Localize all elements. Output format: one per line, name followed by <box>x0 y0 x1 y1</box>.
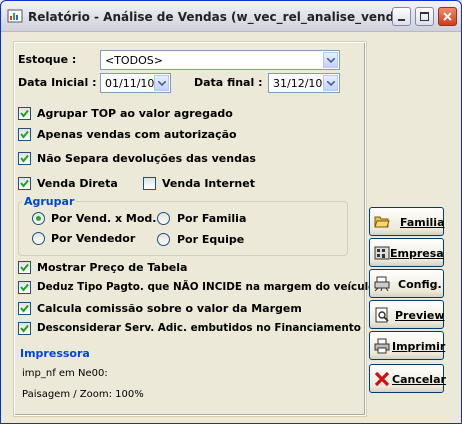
impressora-title: Impressora <box>20 347 90 360</box>
venda-direta-label: Venda Direta <box>37 177 118 190</box>
cancelar-button-label: Cancelar <box>392 373 446 386</box>
familia-button-label: Familia <box>400 216 445 229</box>
data-inicial-value: 01/11/10 <box>105 77 155 90</box>
venda-internet-label: Venda Internet <box>162 177 255 190</box>
checkmark-icon <box>20 304 29 313</box>
config-button-label: Config. <box>398 278 442 291</box>
app-icon <box>7 9 23 23</box>
radio-por-vendedor[interactable] <box>32 232 45 245</box>
checkmark-icon <box>20 324 29 333</box>
minimize-icon <box>398 19 405 21</box>
checkmark-icon <box>20 179 29 188</box>
radio-por-equipe-label: Por Equipe <box>177 233 245 246</box>
data-inicial-dropdown-button[interactable] <box>154 75 169 91</box>
desconsiderar-serv-label: Desconsiderar Serv. Adic. embutidos no F… <box>37 322 361 334</box>
close-icon <box>443 12 452 21</box>
deduz-tipo-pagto-label: Deduz Tipo Pagto. que NÃO INCIDE na marg… <box>37 281 376 293</box>
radio-por-familia-label: Por Familia <box>177 212 247 225</box>
data-final-dropdown-button[interactable] <box>323 75 338 91</box>
empresa-button-label: Empresa <box>390 247 444 260</box>
mostrar-preco-tabela-label: Mostrar Preço de Tabela <box>37 261 188 274</box>
maximize-icon <box>420 12 429 21</box>
venda-direta-checkbox[interactable] <box>18 177 31 190</box>
agrupar-group-title: Agrupar <box>22 195 77 208</box>
printer-name: imp_nf em Ne00: <box>22 368 108 379</box>
title-bar[interactable]: Relatório - Análise de Vendas (w_vec_rel… <box>1 1 461 32</box>
data-final-value: 31/12/10 <box>273 77 323 90</box>
checkmark-icon <box>20 263 29 272</box>
estoque-dropdown-button[interactable] <box>323 52 338 68</box>
checkmark-icon <box>20 109 29 118</box>
preview-button-label: Preview <box>395 309 445 322</box>
cancelar-button[interactable]: Cancelar <box>369 364 446 393</box>
venda-internet-checkbox[interactable] <box>143 177 156 190</box>
data-inicial-picker[interactable]: 01/11/10 <box>100 73 171 93</box>
printer-settings-icon <box>374 276 390 292</box>
imprimir-button-label: Imprimir <box>392 340 446 353</box>
data-inicial-label: Data Inicial : <box>18 76 97 89</box>
estoque-select[interactable]: <TODOS> <box>100 50 340 70</box>
data-final-label: Data final : <box>194 76 263 89</box>
checkmark-icon <box>20 130 29 139</box>
print-preview-icon <box>375 307 389 323</box>
building-icon <box>374 246 390 260</box>
agrupar-top-checkbox[interactable] <box>18 107 31 120</box>
estoque-value: <TODOS> <box>105 54 163 67</box>
estoque-label: Estoque : <box>18 53 77 66</box>
cancel-x-icon <box>374 371 390 387</box>
window-title: Relatório - Análise de Vendas (w_vec_rel… <box>28 10 408 24</box>
minimize-button[interactable] <box>392 7 411 26</box>
calcula-comissao-checkbox[interactable] <box>18 302 31 315</box>
radio-por-vend-mod-label: Por Vend. x Mod. <box>51 212 157 225</box>
report-window: Relatório - Análise de Vendas (w_vec_rel… <box>0 0 462 424</box>
agrupar-top-label: Agrupar TOP ao valor agregado <box>37 107 233 120</box>
nao-separa-devolucoes-checkbox[interactable] <box>18 152 31 165</box>
radio-por-vendedor-label: Por Vendedor <box>51 232 136 245</box>
nao-separa-devolucoes-label: Não Separa devoluções das vendas <box>37 152 256 165</box>
calcula-comissao-label: Calcula comissão sobre o valor da Margem <box>37 302 302 315</box>
data-final-picker[interactable]: 31/12/10 <box>268 73 340 93</box>
printer-icon <box>374 338 390 354</box>
folder-open-icon <box>374 216 390 228</box>
checkmark-icon <box>20 283 29 292</box>
close-button[interactable] <box>438 7 457 26</box>
agrupar-group <box>18 201 348 256</box>
deduz-tipo-pagto-checkbox[interactable] <box>18 281 31 294</box>
chevron-down-icon <box>327 81 335 86</box>
chevron-down-icon <box>327 58 335 63</box>
window-client-area: Estoque : <TODOS> Data Inicial : 01/11/1… <box>4 32 459 420</box>
radio-por-vend-mod[interactable] <box>32 212 45 225</box>
checkmark-icon <box>20 154 29 163</box>
radio-por-familia[interactable] <box>157 212 170 225</box>
familia-button[interactable]: Familia <box>369 207 445 236</box>
radio-por-equipe[interactable] <box>157 233 170 246</box>
printer-layout: Paisagem / Zoom: 100% <box>22 389 144 400</box>
radio-selected-dot <box>36 216 41 221</box>
chevron-down-icon <box>158 81 166 86</box>
preview-button[interactable]: Preview <box>369 300 445 329</box>
apenas-autorizacao-label: Apenas vendas com autorização <box>37 128 237 141</box>
mostrar-preco-tabela-checkbox[interactable] <box>18 261 31 274</box>
desconsiderar-serv-checkbox[interactable] <box>18 322 31 335</box>
imprimir-button[interactable]: Imprimir <box>369 331 446 360</box>
empresa-button[interactable]: Empresa <box>369 238 444 267</box>
maximize-button[interactable] <box>415 7 434 26</box>
apenas-autorizacao-checkbox[interactable] <box>18 128 31 141</box>
config-button[interactable]: Config. <box>369 269 444 298</box>
